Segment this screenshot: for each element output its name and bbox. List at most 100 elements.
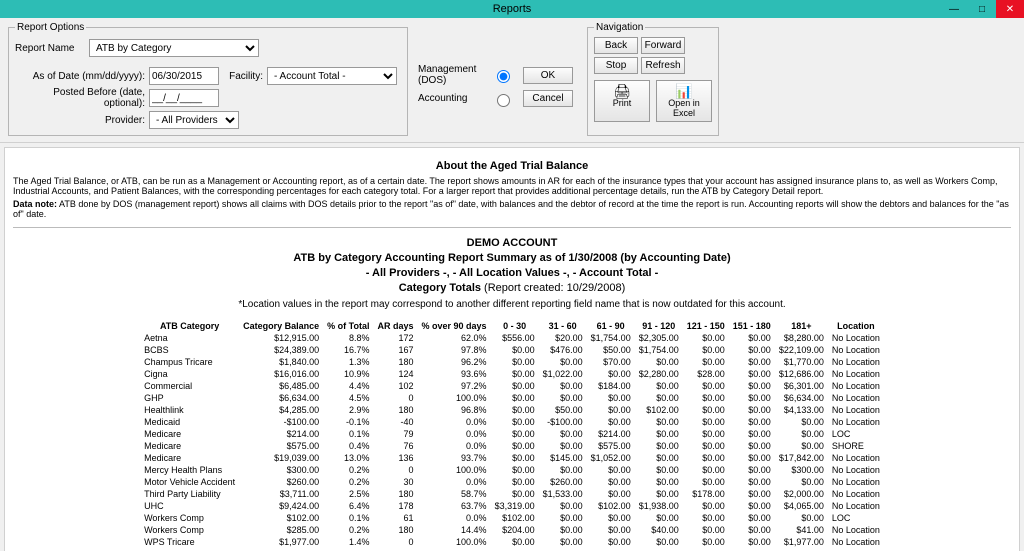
- cell: Aetna: [140, 332, 239, 344]
- cell: $0.00: [635, 428, 683, 440]
- table-row: Commercial$6,485.004.4%10297.2%$0.00$0.0…: [140, 380, 884, 392]
- table-row: Champus Tricare$1,840.001.3%18096.2%$0.0…: [140, 356, 884, 368]
- management-radio[interactable]: [497, 70, 510, 83]
- col-header: % of Total: [323, 320, 373, 332]
- report-title-line: ATB by Category Accounting Report Summar…: [13, 251, 1011, 266]
- cell: $260.00: [539, 476, 587, 488]
- cell: $0.00: [491, 440, 539, 452]
- cell: GHP: [140, 392, 239, 404]
- provider-select[interactable]: - All Providers -: [149, 111, 239, 129]
- cell: $0.00: [683, 512, 729, 524]
- cell: $0.00: [729, 392, 775, 404]
- table-row: BCBS$24,389.0016.7%16797.8%$0.00$476.00$…: [140, 344, 884, 356]
- refresh-button[interactable]: Refresh: [641, 57, 685, 74]
- col-header: 121 - 150: [683, 320, 729, 332]
- cell: 0.0%: [418, 440, 491, 452]
- cell: $0.00: [729, 452, 775, 464]
- cell: $12,915.00: [239, 332, 323, 344]
- table-row: Mercy Health Plans$300.000.2%0100.0%$0.0…: [140, 464, 884, 476]
- cell: 4.4%: [323, 380, 373, 392]
- maximize-button[interactable]: □: [968, 0, 996, 18]
- cell: $1,754.00: [587, 332, 635, 344]
- cell: $1,977.00: [775, 536, 828, 548]
- cell: 1.4%: [323, 536, 373, 548]
- management-label: Management (DOS): [418, 64, 488, 86]
- cell: UHC: [140, 500, 239, 512]
- report-viewport[interactable]: About the Aged Trial Balance The Aged Tr…: [4, 147, 1020, 551]
- ok-button[interactable]: OK: [523, 67, 573, 84]
- cancel-button[interactable]: Cancel: [523, 90, 573, 107]
- cell: LOC: [828, 428, 884, 440]
- cell: $0.00: [729, 404, 775, 416]
- close-button[interactable]: ✕: [996, 0, 1024, 18]
- cell: $0.00: [635, 452, 683, 464]
- table-row: Cigna$16,016.0010.9%12493.6%$0.00$1,022.…: [140, 368, 884, 380]
- cell: 2.5%: [323, 488, 373, 500]
- divider: [13, 227, 1011, 228]
- cell: 180: [374, 524, 418, 536]
- cell: 0.2%: [323, 464, 373, 476]
- minimize-button[interactable]: —: [940, 0, 968, 18]
- cell: $0.00: [539, 524, 587, 536]
- cell: $4,133.00: [775, 404, 828, 416]
- cell: No Location: [828, 536, 884, 548]
- cell: No Location: [828, 344, 884, 356]
- cell: 180: [374, 488, 418, 500]
- cell: 102: [374, 380, 418, 392]
- table-row: Workers Comp$285.000.2%18014.4%$204.00$0…: [140, 524, 884, 536]
- cell: 13.0%: [323, 452, 373, 464]
- cell: $0.00: [491, 368, 539, 380]
- cell: $0.00: [775, 512, 828, 524]
- cell: 0.2%: [323, 476, 373, 488]
- cell: $0.00: [491, 536, 539, 548]
- cell: $1,977.00: [239, 536, 323, 548]
- stop-button[interactable]: Stop: [594, 57, 638, 74]
- cell: $0.00: [539, 392, 587, 404]
- cell: $476.00: [539, 344, 587, 356]
- forward-button[interactable]: Forward: [641, 37, 685, 54]
- col-header: Category Balance: [239, 320, 323, 332]
- cell: Healthlink: [140, 404, 239, 416]
- cell: $102.00: [491, 512, 539, 524]
- cell: $0.00: [587, 416, 635, 428]
- open-excel-button[interactable]: 📊 Open in Excel: [656, 80, 712, 122]
- cell: $0.00: [729, 356, 775, 368]
- cell: $556.00: [491, 332, 539, 344]
- cell: $0.00: [683, 452, 729, 464]
- cell: No Location: [828, 524, 884, 536]
- cell: $300.00: [775, 464, 828, 476]
- cell: $6,634.00: [239, 392, 323, 404]
- cell: $50.00: [539, 404, 587, 416]
- report-name-select[interactable]: ATB by Category: [89, 39, 259, 57]
- asof-input[interactable]: [149, 67, 219, 85]
- cell: 63.7%: [418, 500, 491, 512]
- cell: $3,319.00: [491, 500, 539, 512]
- cell: No Location: [828, 488, 884, 500]
- navigation-group: Navigation Back Forward Stop Refresh 🖨 P…: [587, 22, 719, 136]
- cell: No Location: [828, 500, 884, 512]
- cell: $0.00: [683, 356, 729, 368]
- cell: $102.00: [587, 500, 635, 512]
- cell: $0.00: [635, 512, 683, 524]
- back-button[interactable]: Back: [594, 37, 638, 54]
- cell: $20.00: [539, 332, 587, 344]
- print-button[interactable]: 🖨 Print: [594, 80, 650, 122]
- posted-input[interactable]: [149, 89, 219, 107]
- cell: $1,533.00: [539, 488, 587, 500]
- cell: 93.7%: [418, 452, 491, 464]
- cell: 0: [374, 536, 418, 548]
- cell: $0.00: [539, 500, 587, 512]
- cell: LOC: [828, 512, 884, 524]
- location-note: *Location values in the report may corre…: [13, 299, 1011, 310]
- cell: $0.00: [683, 524, 729, 536]
- cell: $0.00: [729, 524, 775, 536]
- cell: $0.00: [729, 476, 775, 488]
- table-row: Aetna$12,915.008.8%17262.0%$556.00$20.00…: [140, 332, 884, 344]
- table-row: UHC$9,424.006.4%17863.7%$3,319.00$0.00$1…: [140, 500, 884, 512]
- cell: No Location: [828, 332, 884, 344]
- facility-select[interactable]: - Account Total -: [267, 67, 397, 85]
- table-row: Medicare$575.000.4%760.0%$0.00$0.00$575.…: [140, 440, 884, 452]
- cell: $0.00: [539, 512, 587, 524]
- cell: 2.9%: [323, 404, 373, 416]
- accounting-radio[interactable]: [497, 94, 510, 107]
